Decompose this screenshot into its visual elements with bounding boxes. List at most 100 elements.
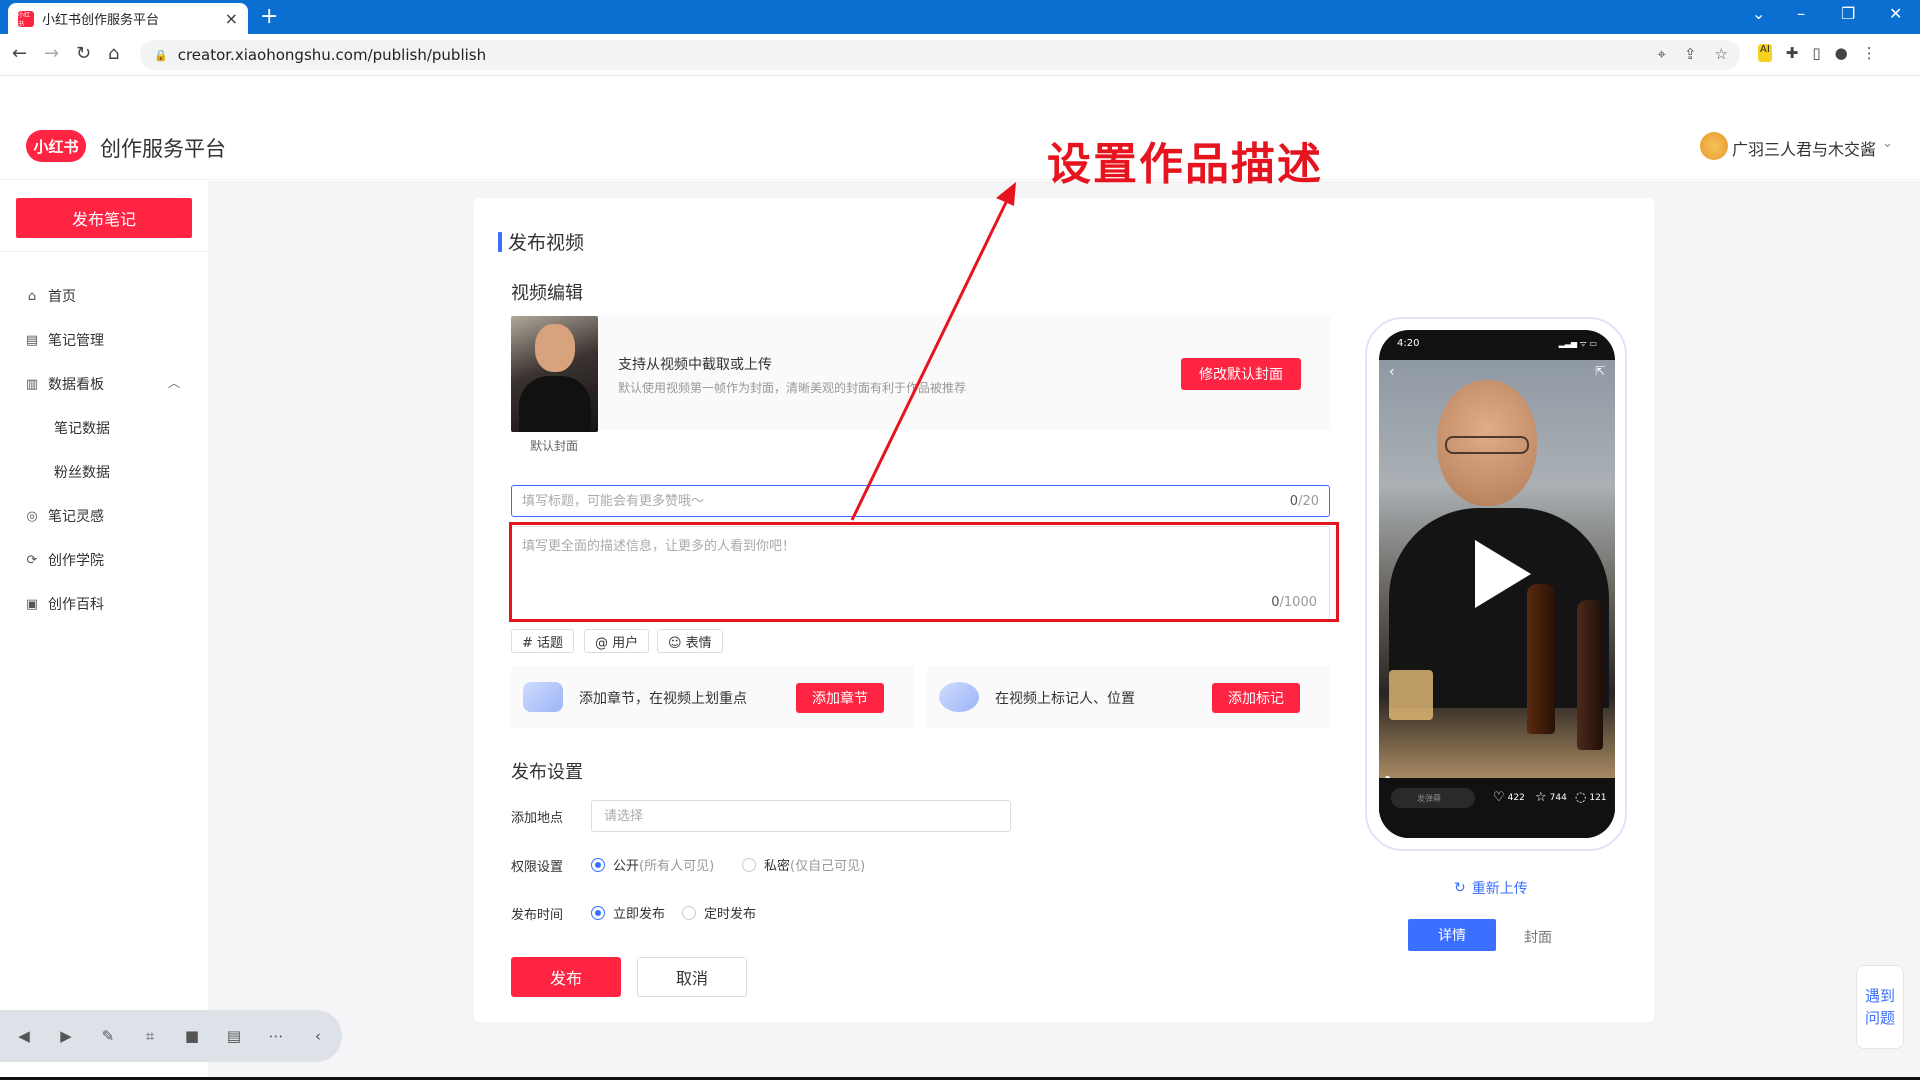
more-menu-icon[interactable]: ⋮ bbox=[1862, 44, 1877, 62]
play-icon[interactable] bbox=[1475, 540, 1531, 608]
mark-feature-card: 在视频上标记人、位置 添加标记 bbox=[927, 666, 1330, 728]
url-omnibox[interactable]: 🔒 creator.xiaohongshu.com/publish/publis… bbox=[140, 40, 1740, 70]
browser-tab[interactable]: 小红书 小红书创作服务平台 × bbox=[8, 3, 248, 34]
reupload-label: 重新上传 bbox=[1471, 881, 1528, 897]
location-pin-icon[interactable]: ⌖ bbox=[1658, 45, 1666, 63]
lock-icon: 🔒 bbox=[154, 48, 168, 62]
page-header: 小红书 创作服务平台 广羽三人君与木交酱 ⌄ bbox=[0, 108, 1920, 180]
chevron-up-icon[interactable]: ︿ bbox=[168, 374, 180, 391]
phone-bottom-bar: 发弹幕 ♡ 422 ☆ 744 ◌ 121 bbox=[1379, 778, 1615, 838]
location-input[interactable] bbox=[591, 800, 1011, 832]
heart-icon: ♡ bbox=[1493, 790, 1505, 805]
video-bottle bbox=[1527, 584, 1555, 734]
sidebar-item-note-management[interactable]: ▤ 笔记管理 bbox=[24, 330, 104, 350]
chapter-icon bbox=[523, 682, 563, 712]
phone-time: 4:20 bbox=[1397, 338, 1420, 349]
extension-ai-icon[interactable]: AI bbox=[1758, 44, 1772, 62]
back-arrow-icon: ‹ bbox=[1389, 364, 1395, 380]
share-out-icon: ⇱ bbox=[1594, 364, 1605, 378]
sidebar-item-inspiration[interactable]: ◎ 笔记灵感 bbox=[24, 506, 104, 526]
phone-preview-screen: 4:20 ▂▃▅ ᯤ ▭ ‹ ⇱ 发弹幕 ♡ 422 ☆ 744 ◌ 121 bbox=[1379, 330, 1615, 838]
title-counter: 0/20 bbox=[1289, 494, 1319, 509]
close-tab-icon[interactable]: × bbox=[225, 9, 238, 28]
xiaohongshu-logo[interactable]: 小红书 bbox=[26, 130, 86, 162]
stars-count: 744 bbox=[1549, 792, 1567, 803]
pen-icon[interactable]: ✎ bbox=[96, 1024, 120, 1048]
chapter-feature-text: 添加章节，在视频上划重点 bbox=[579, 691, 747, 707]
notes-icon: ▤ bbox=[25, 332, 39, 348]
home-browser-icon[interactable]: ⌂ bbox=[108, 43, 119, 64]
sidebar-item-label: 创作学院 bbox=[48, 553, 104, 569]
video-glasses bbox=[1445, 436, 1529, 454]
cover-thumbnail[interactable] bbox=[511, 316, 598, 432]
minimize-icon[interactable]: – bbox=[1797, 4, 1805, 23]
radio-label: 公开 bbox=[613, 859, 640, 874]
avatar[interactable] bbox=[1700, 132, 1728, 160]
sidebar-item-academy[interactable]: ⟳ 创作学院 bbox=[24, 550, 104, 570]
tab-search-chevron-icon[interactable]: ⌄ bbox=[1752, 4, 1765, 23]
mark-icon bbox=[939, 682, 979, 712]
bookmark-star-icon[interactable]: ☆ bbox=[1715, 45, 1728, 63]
new-tab-icon[interactable]: + bbox=[260, 4, 278, 29]
reupload-link[interactable]: ↻ 重新上传 bbox=[1454, 878, 1528, 898]
chevron-down-icon[interactable]: ⌄ bbox=[1882, 136, 1893, 151]
next-icon[interactable]: ▶ bbox=[54, 1024, 78, 1048]
profile-icon[interactable]: ● bbox=[1835, 44, 1848, 62]
close-window-icon[interactable]: ✕ bbox=[1889, 4, 1902, 23]
danmaku-input: 发弹幕 bbox=[1391, 788, 1475, 808]
sidebar-item-wiki[interactable]: ▣ 创作百科 bbox=[24, 594, 104, 614]
reload-icon[interactable]: ↻ bbox=[76, 43, 91, 64]
previous-icon[interactable]: ◀ bbox=[12, 1024, 36, 1048]
wiki-icon: ▣ bbox=[25, 596, 39, 612]
topic-tag-button[interactable]: # 话题 bbox=[511, 629, 575, 653]
likes-count: 422 bbox=[1507, 792, 1525, 803]
video-preview[interactable]: ‹ ⇱ bbox=[1379, 360, 1615, 778]
camera-icon[interactable]: ■ bbox=[180, 1024, 204, 1048]
radio-label: 私密 bbox=[764, 859, 791, 874]
forward-icon[interactable]: → bbox=[44, 43, 59, 64]
more-icon[interactable]: ⋯ bbox=[264, 1024, 288, 1048]
publish-note-button[interactable]: 发布笔记 bbox=[16, 198, 192, 238]
publish-now-radio[interactable]: 立即发布 bbox=[591, 903, 665, 922]
comment-icon[interactable]: ▤ bbox=[222, 1024, 246, 1048]
share-icon[interactable]: ⇪ bbox=[1684, 45, 1697, 63]
submit-publish-button[interactable]: 发布 bbox=[511, 957, 621, 997]
sidebar-item-fans-data[interactable]: 粉丝数据 bbox=[54, 462, 110, 482]
emoji-button[interactable]: ☺ 表情 bbox=[657, 629, 723, 653]
cover-hint: 默认使用视频第一帧作为封面，清晰美观的封面有利于作品被推荐 bbox=[618, 381, 967, 395]
tab-cover[interactable]: 封面 bbox=[1524, 927, 1552, 947]
radio-label: 立即发布 bbox=[613, 907, 666, 922]
screenshot-icon[interactable]: ⌗ bbox=[138, 1024, 162, 1048]
add-chapter-button[interactable]: 添加章节 bbox=[796, 683, 884, 713]
thumbnail-face bbox=[535, 324, 575, 372]
side-panel-icon[interactable]: ▯ bbox=[1812, 44, 1820, 62]
back-icon[interactable]: ← bbox=[12, 43, 27, 64]
help-float-button[interactable]: 遇到 问题 bbox=[1856, 965, 1904, 1049]
puzzle-extensions-icon[interactable]: ✚ bbox=[1786, 44, 1799, 62]
comments-count: 121 bbox=[1589, 792, 1607, 803]
title-input[interactable] bbox=[522, 490, 1222, 512]
video-edit-title: 视频编辑 bbox=[511, 283, 583, 304]
phone-status-icons: ▂▃▅ ᯤ ▭ bbox=[1558, 339, 1597, 348]
tab-detail[interactable]: 详情 bbox=[1408, 919, 1496, 951]
refresh-icon: ↻ bbox=[1454, 880, 1466, 896]
video-bottle bbox=[1577, 600, 1603, 750]
user-name[interactable]: 广羽三人君与木交酱 bbox=[1732, 136, 1876, 160]
permission-private-radio[interactable]: 私密 (仅自己可见) bbox=[742, 855, 865, 874]
collapse-icon[interactable]: ‹ bbox=[306, 1024, 330, 1048]
sidebar-item-note-data[interactable]: 笔记数据 bbox=[54, 418, 110, 438]
sidebar-item-data-dashboard[interactable]: ▥ 数据看板 bbox=[24, 374, 104, 394]
cancel-button[interactable]: 取消 bbox=[637, 957, 747, 997]
radio-hint: (仅自己可见) bbox=[790, 859, 866, 874]
change-cover-button[interactable]: 修改默认封面 bbox=[1181, 358, 1301, 390]
mention-user-button[interactable]: @ 用户 bbox=[584, 629, 650, 653]
radio-dot bbox=[742, 857, 756, 872]
publish-scheduled-radio[interactable]: 定时发布 bbox=[682, 903, 756, 922]
cover-caption: 默认封面 bbox=[530, 439, 579, 453]
restore-icon[interactable]: ❐ bbox=[1841, 4, 1855, 23]
add-mark-button[interactable]: 添加标记 bbox=[1212, 683, 1300, 713]
sidebar-item-home[interactable]: ⌂ 首页 bbox=[24, 286, 76, 306]
permission-public-radio[interactable]: 公开 (所有人可见) bbox=[591, 855, 714, 874]
permission-label: 权限设置 bbox=[511, 860, 564, 875]
annotation-highlight-box bbox=[509, 522, 1339, 622]
